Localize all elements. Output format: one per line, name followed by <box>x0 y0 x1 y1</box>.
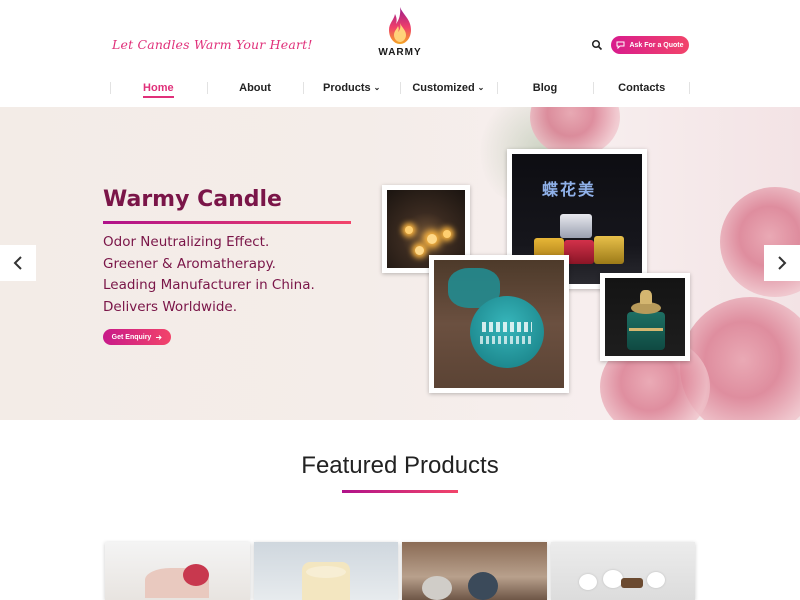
chevron-down-icon: ⌄ <box>477 83 485 92</box>
featured-products-heading: Featured Products <box>301 452 499 479</box>
photo-caption: 蝶花美 <box>542 180 597 199</box>
enquiry-button-label: Get Enquiry <box>111 333 152 341</box>
chevron-right-icon <box>778 256 787 270</box>
nav-item-customized[interactable]: Customized ⌄ <box>400 78 497 100</box>
hero-title: Warmy Candle <box>103 187 282 212</box>
nav-item-label: Contacts <box>618 82 666 94</box>
product-card[interactable] <box>105 542 250 600</box>
nav-item-about[interactable]: About <box>206 78 304 100</box>
candle-photo-green-jar <box>600 273 690 361</box>
nav-item-label: Products <box>322 82 371 94</box>
chat-icon <box>616 41 625 49</box>
quote-button-label: Ask For a Quote <box>629 41 684 49</box>
hero-feature-line: Delivers Worldwide. <box>103 299 238 316</box>
site-header: Let Candles Warm Your Heart! WARMY Ask F… <box>0 0 800 78</box>
nav-item-contacts[interactable]: Contacts <box>593 78 690 100</box>
chevron-left-icon <box>13 256 22 270</box>
chevron-down-icon: ⌄ <box>373 83 381 92</box>
hero-feature-line: Leading Manufacturer in China. <box>103 277 315 294</box>
nav-item-blog[interactable]: Blog <box>496 78 594 100</box>
search-icon[interactable] <box>591 38 603 51</box>
get-enquiry-button[interactable]: Get Enquiry <box>103 329 171 345</box>
nav-item-products[interactable]: Products ⌄ <box>303 78 400 100</box>
slider-next-button[interactable] <box>764 245 800 281</box>
flame-logo-icon <box>389 7 411 44</box>
nav-item-label: Home <box>143 82 174 98</box>
product-card[interactable] <box>550 542 695 600</box>
hero-banner: Warmy Candle Odor Neutralizing Effect. G… <box>0 107 800 420</box>
nav-item-label: Blog <box>532 82 558 94</box>
nav-item-label: About <box>239 82 271 94</box>
candle-photo-teal-jar <box>429 255 569 393</box>
main-nav: Home About Products ⌄ Customized ⌄ Blog Co… <box>110 78 690 100</box>
slider-prev-button[interactable] <box>0 245 36 281</box>
featured-products-grid <box>105 542 695 600</box>
ask-for-quote-button[interactable]: Ask For a Quote <box>611 36 689 54</box>
product-card[interactable] <box>402 542 547 600</box>
site-logo[interactable]: WARMY <box>376 6 424 62</box>
nav-item-label: Customized <box>412 82 475 94</box>
logo-text: WARMY <box>378 47 422 58</box>
arrow-right-icon <box>156 334 163 340</box>
hero-feature-list: Odor Neutralizing Effect. Greener & Arom… <box>103 232 315 319</box>
product-card[interactable] <box>253 542 398 600</box>
featured-heading-underline <box>342 490 458 493</box>
hero-feature-line: Odor Neutralizing Effect. <box>103 234 270 250</box>
tagline: Let Candles Warm Your Heart! <box>112 37 313 52</box>
hero-title-underline <box>103 221 351 224</box>
nav-item-home[interactable]: Home <box>110 78 207 100</box>
hero-feature-line: Greener & Aromatherapy. <box>103 255 276 272</box>
